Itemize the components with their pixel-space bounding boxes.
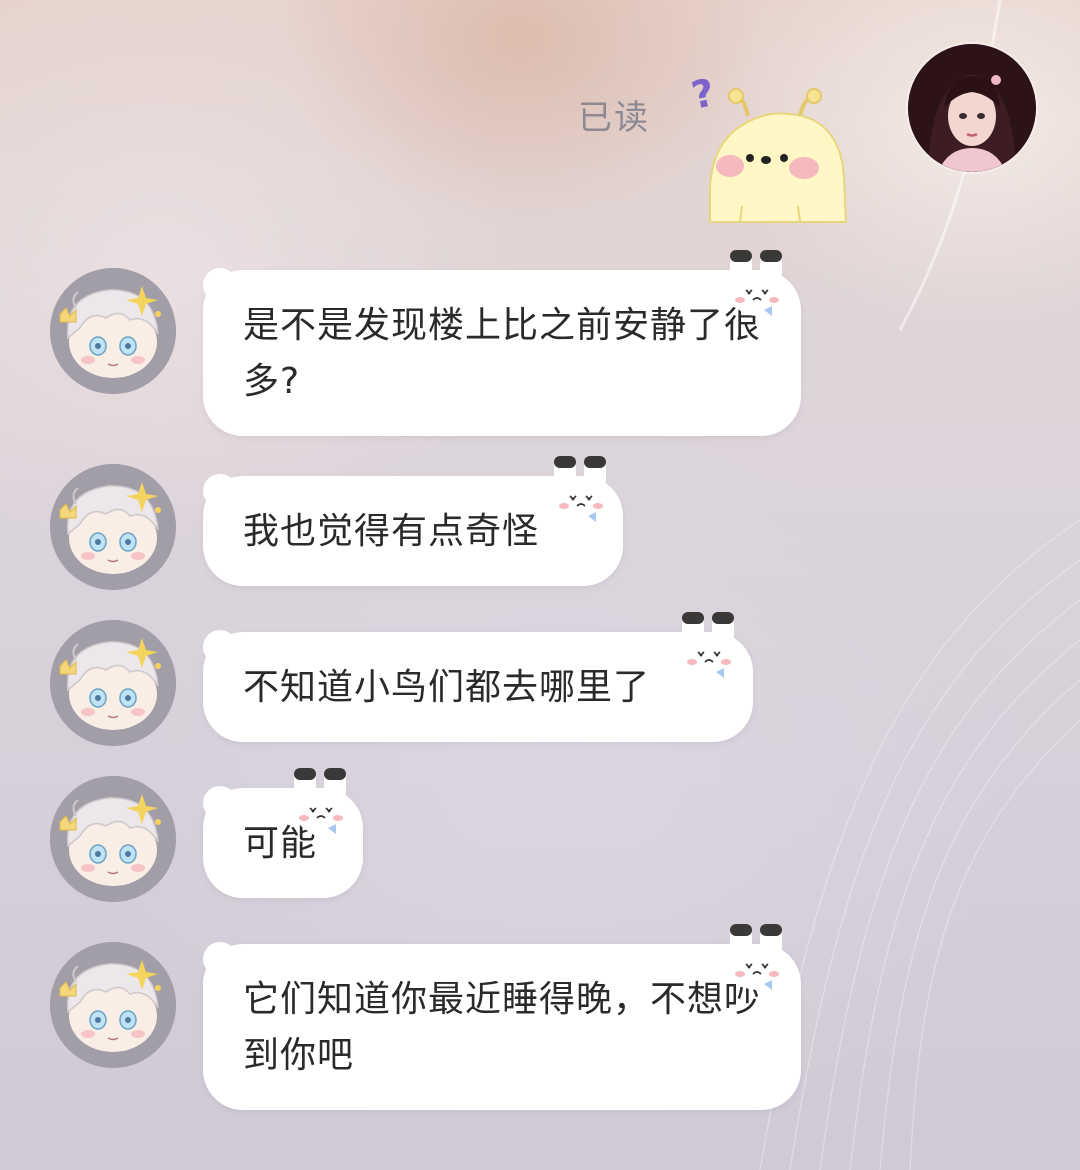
message-text: 我也觉得有点奇怪 <box>243 511 540 552</box>
bubble-ear-decoration <box>203 268 237 302</box>
message-bubble[interactable]: 它们知道你最近睡得晚，不想吵到你吧 <box>203 944 801 1110</box>
bunny-ears-decoration <box>552 454 610 528</box>
anime-boy-avatar-icon <box>50 268 176 394</box>
bunny-ears-decoration <box>680 610 738 684</box>
message-bubble[interactable]: 不知道小鸟们都去哪里了 <box>203 632 753 742</box>
bubble-ear-decoration <box>203 474 237 508</box>
peer-avatar[interactable] <box>50 942 176 1068</box>
message-text: 它们知道你最近睡得晚，不想吵到你吧 <box>243 979 762 1076</box>
message-text: 不知道小鸟们都去哪里了 <box>243 667 651 708</box>
yellow-chick-sticker-icon[interactable] <box>700 88 850 228</box>
bunny-ears-decoration <box>728 248 786 322</box>
peer-avatar[interactable] <box>50 464 176 590</box>
self-avatar[interactable] <box>908 44 1036 172</box>
bubble-ear-decoration <box>203 786 237 820</box>
anime-boy-avatar-icon <box>50 942 176 1068</box>
bunny-ears-decoration <box>728 922 786 996</box>
user-avatar-girl-icon <box>908 44 1036 172</box>
bubble-ear-decoration <box>203 942 237 976</box>
peer-avatar[interactable] <box>50 268 176 394</box>
read-status-label: 已读 <box>578 98 650 138</box>
peer-avatar[interactable] <box>50 776 176 902</box>
bunny-ears-decoration-icon <box>554 456 607 522</box>
bunny-ears-decoration-icon <box>294 768 347 834</box>
anime-boy-avatar-icon <box>50 776 176 902</box>
bunny-ears-decoration-icon <box>730 250 783 316</box>
bunny-ears-decoration-icon <box>682 612 735 678</box>
anime-boy-avatar-icon <box>50 620 176 746</box>
peer-avatar[interactable] <box>50 620 176 746</box>
message-text: 是不是发现楼上比之前安静了很多? <box>243 305 762 402</box>
bunny-ears-decoration <box>292 766 350 840</box>
bubble-ear-decoration <box>203 630 237 664</box>
message-bubble[interactable]: 是不是发现楼上比之前安静了很多? <box>203 270 801 436</box>
bunny-ears-decoration-icon <box>730 924 783 990</box>
anime-boy-avatar-icon <box>50 464 176 590</box>
